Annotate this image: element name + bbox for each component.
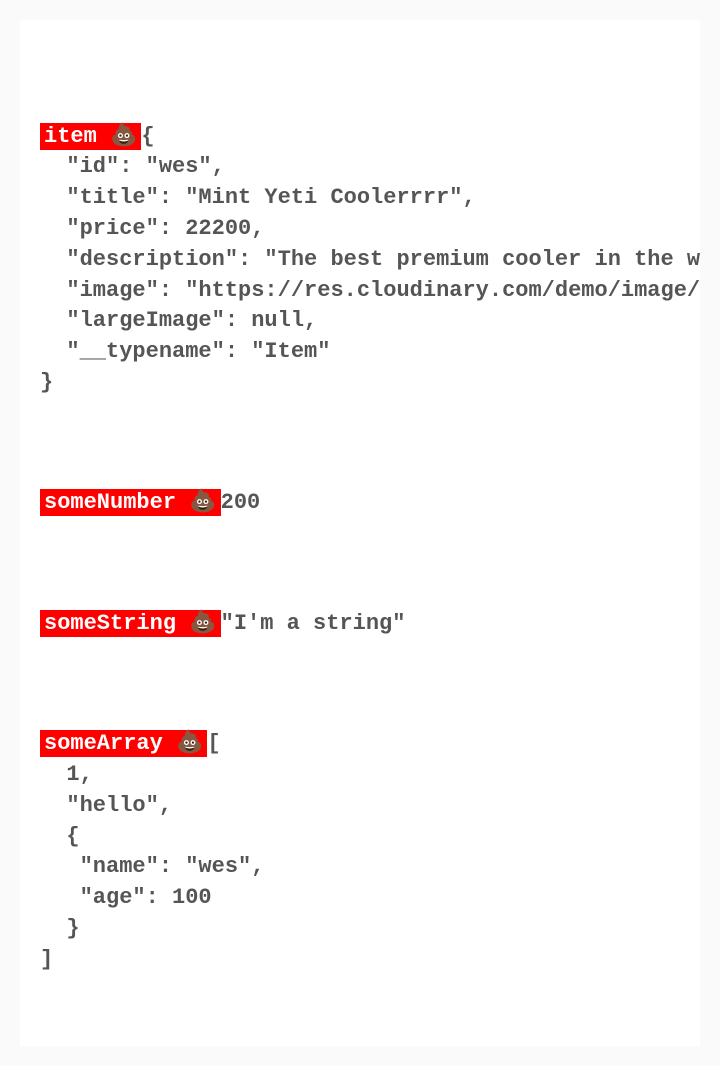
dump-content-item: { "id": "wes", "title": "Mint Yeti Coole… [40, 124, 700, 395]
dump-block-someNumber: someNumber 💩200 [40, 488, 692, 519]
dump-content-someNumber: 200 [221, 490, 261, 515]
dump-block-someString: someString 💩"I'm a string" [40, 609, 692, 640]
dump-block-someArray: someArray 💩[ 1, "hello", { "name": "wes"… [40, 729, 692, 975]
dump-block-item: item 💩{ "id": "wes", "title": "Mint Yeti… [40, 122, 692, 399]
dump-label-someNumber: someNumber 💩 [40, 489, 221, 516]
dump-label-someArray: someArray 💩 [40, 730, 207, 757]
dump-label-item: item 💩 [40, 123, 141, 150]
dump-content-someString: "I'm a string" [221, 611, 406, 636]
debug-dump-container: item 💩{ "id": "wes", "title": "Mint Yeti… [20, 20, 700, 1046]
dump-label-someString: someString 💩 [40, 610, 221, 637]
dump-content-someArray: [ 1, "hello", { "name": "wes", "age": 10… [40, 731, 264, 972]
